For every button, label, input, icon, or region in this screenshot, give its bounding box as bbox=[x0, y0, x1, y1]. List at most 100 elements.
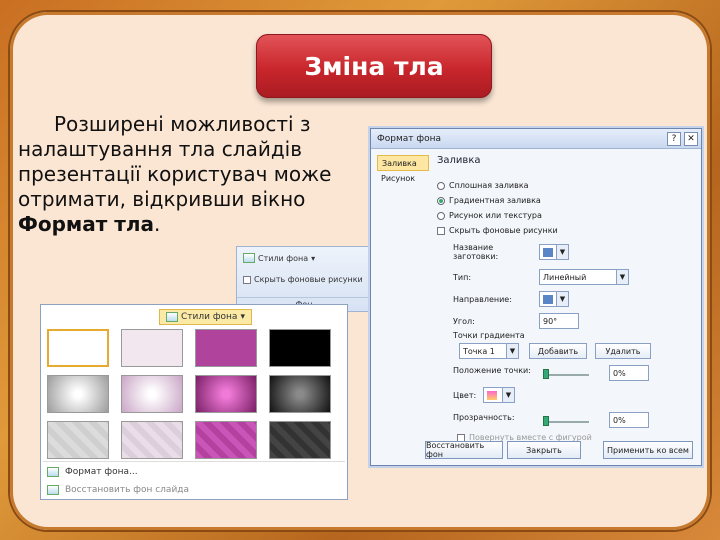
angle-label: Угол: bbox=[453, 316, 475, 326]
chevron-down-icon: ▾ bbox=[240, 312, 245, 322]
angle-value: 90° bbox=[543, 316, 558, 326]
ribbon-hide-checkbox[interactable]: Скрыть фоновые рисунки bbox=[243, 275, 363, 284]
stops-label: Точки градиента bbox=[453, 331, 525, 340]
chevron-down-icon: ▼ bbox=[556, 292, 568, 306]
body-text-main: Розширені можливості з налаштування тла … bbox=[18, 112, 332, 211]
format-background-label: Формат фона... bbox=[65, 467, 138, 477]
background-swatch[interactable] bbox=[269, 375, 331, 413]
body-text-bold: Формат тла bbox=[18, 212, 155, 236]
color-row: Цвет: ▼ bbox=[453, 387, 515, 403]
background-swatch[interactable] bbox=[121, 421, 183, 459]
restore-background-button[interactable]: Восстановить фон bbox=[425, 441, 503, 459]
background-swatch[interactable] bbox=[47, 329, 109, 367]
stop-controls: Точка 1 ▼ Добавить Удалить bbox=[459, 343, 651, 359]
radio-gradient-fill-label: Градиентная заливка bbox=[449, 196, 541, 205]
gallery-divider bbox=[43, 461, 345, 462]
direction-label: Направление: bbox=[453, 294, 512, 304]
position-slider-handle[interactable] bbox=[543, 369, 549, 379]
stops-row: Точки градиента bbox=[453, 331, 525, 340]
position-input[interactable]: 0% bbox=[609, 365, 649, 381]
apply-all-button[interactable]: Применить ко всем bbox=[603, 441, 693, 459]
format-background-icon bbox=[47, 467, 59, 477]
radio-gradient-fill[interactable]: Градиентная заливка bbox=[437, 196, 541, 205]
background-swatch[interactable] bbox=[121, 375, 183, 413]
direction-row: Направление: ▼ bbox=[453, 291, 569, 307]
dialog-sidebar: Заливка Рисунок bbox=[377, 155, 429, 187]
add-stop-button[interactable]: Добавить bbox=[529, 343, 587, 359]
color-dropdown[interactable]: ▼ bbox=[483, 387, 515, 403]
stop-dropdown[interactable]: Точка 1 ▼ bbox=[459, 343, 519, 359]
transparency-slider[interactable] bbox=[543, 421, 589, 423]
radio-picture-fill[interactable]: Рисунок или текстура bbox=[437, 211, 542, 220]
background-styles-icon bbox=[166, 312, 178, 322]
preset-label: Название заготовки: bbox=[453, 243, 499, 261]
background-swatch[interactable] bbox=[121, 329, 183, 367]
chevron-down-icon: ▼ bbox=[506, 344, 518, 358]
type-value: Линейный bbox=[543, 272, 587, 282]
background-swatch[interactable] bbox=[47, 375, 109, 413]
transparency-input[interactable]: 0% bbox=[609, 412, 649, 428]
radio-solid-fill-label: Сплошная заливка bbox=[449, 181, 529, 190]
close-dialog-button[interactable]: Закрыть bbox=[507, 441, 581, 459]
direction-dropdown[interactable]: ▼ bbox=[539, 291, 569, 307]
chevron-down-icon: ▼ bbox=[556, 245, 568, 259]
format-background-dialog: Формат фона ? ✕ Заливка Рисунок Заливка … bbox=[370, 128, 702, 466]
type-dropdown[interactable]: Линейный ▼ bbox=[539, 269, 629, 285]
ribbon-background-group: Стили фона ▾ Скрыть фоновые рисунки Фон bbox=[236, 246, 372, 312]
dialog-main-panel: Заливка Сплошная заливка Градиентная зал… bbox=[433, 151, 697, 442]
position-value: 0% bbox=[613, 368, 626, 378]
preset-dropdown[interactable]: ▼ bbox=[539, 244, 569, 260]
checkbox-icon bbox=[243, 275, 251, 284]
preset-row: Название заготовки: ▼ bbox=[453, 243, 569, 261]
dialog-titlebar: Формат фона bbox=[371, 129, 701, 149]
type-label: Тип: bbox=[453, 272, 472, 282]
radio-solid-fill[interactable]: Сплошная заливка bbox=[437, 181, 529, 190]
sidebar-item-fill[interactable]: Заливка bbox=[377, 155, 429, 171]
radio-icon bbox=[437, 181, 445, 190]
transparency-row: Прозрачность: bbox=[453, 413, 537, 422]
preset-swatch-icon bbox=[543, 247, 553, 257]
transparency-slider-handle[interactable] bbox=[543, 416, 549, 426]
background-swatch[interactable] bbox=[195, 421, 257, 459]
body-text-end: . bbox=[154, 212, 161, 236]
gallery-header-button[interactable]: Стили фона ▾ bbox=[159, 309, 252, 325]
position-label: Положение точки: bbox=[453, 366, 531, 375]
background-styles-icon bbox=[243, 253, 255, 263]
direction-swatch-icon bbox=[543, 294, 553, 304]
position-row: Положение точки: bbox=[453, 366, 537, 375]
angle-row: Угол: 90° bbox=[453, 313, 579, 329]
hide-graphics-checkbox[interactable]: Скрыть фоновые рисунки bbox=[437, 226, 558, 235]
sidebar-item-picture[interactable]: Рисунок bbox=[377, 171, 429, 187]
slide-title: Зміна тла bbox=[256, 34, 492, 98]
ribbon-styles-button[interactable]: Стили фона ▾ bbox=[243, 253, 315, 263]
radio-picture-fill-label: Рисунок или текстура bbox=[449, 211, 542, 220]
restore-background-link[interactable]: Восстановить фон слайда bbox=[47, 485, 189, 495]
chevron-down-icon: ▾ bbox=[311, 253, 316, 263]
stop-value: Точка 1 bbox=[463, 346, 495, 356]
radio-selected-icon bbox=[437, 196, 445, 205]
ribbon-styles-label: Стили фона bbox=[258, 253, 309, 263]
format-background-link[interactable]: Формат фона... bbox=[47, 467, 138, 477]
color-label: Цвет: bbox=[453, 390, 477, 400]
background-swatch[interactable] bbox=[47, 421, 109, 459]
restore-background-icon bbox=[47, 485, 59, 495]
restore-background-label: Восстановить фон слайда bbox=[65, 485, 190, 495]
type-row: Тип: Линейный ▼ bbox=[453, 269, 629, 285]
position-slider[interactable] bbox=[543, 374, 589, 376]
help-button[interactable]: ? bbox=[667, 132, 681, 146]
transparency-value: 0% bbox=[613, 415, 626, 425]
gallery-header-label: Стили фона bbox=[181, 312, 238, 322]
chevron-down-icon: ▼ bbox=[616, 270, 628, 284]
close-button[interactable]: ✕ bbox=[684, 132, 698, 146]
background-swatch[interactable] bbox=[269, 421, 331, 459]
chevron-down-icon: ▼ bbox=[502, 388, 514, 402]
angle-input[interactable]: 90° bbox=[539, 313, 579, 329]
checkbox-icon bbox=[437, 226, 445, 235]
background-swatch[interactable] bbox=[195, 375, 257, 413]
background-swatch[interactable] bbox=[269, 329, 331, 367]
background-swatch[interactable] bbox=[195, 329, 257, 367]
slide-body-text: Розширені можливості з налаштування тла … bbox=[18, 112, 358, 237]
transparency-label: Прозрачность: bbox=[453, 413, 515, 422]
delete-stop-button[interactable]: Удалить bbox=[595, 343, 651, 359]
dialog-title: Формат фона bbox=[377, 134, 441, 144]
